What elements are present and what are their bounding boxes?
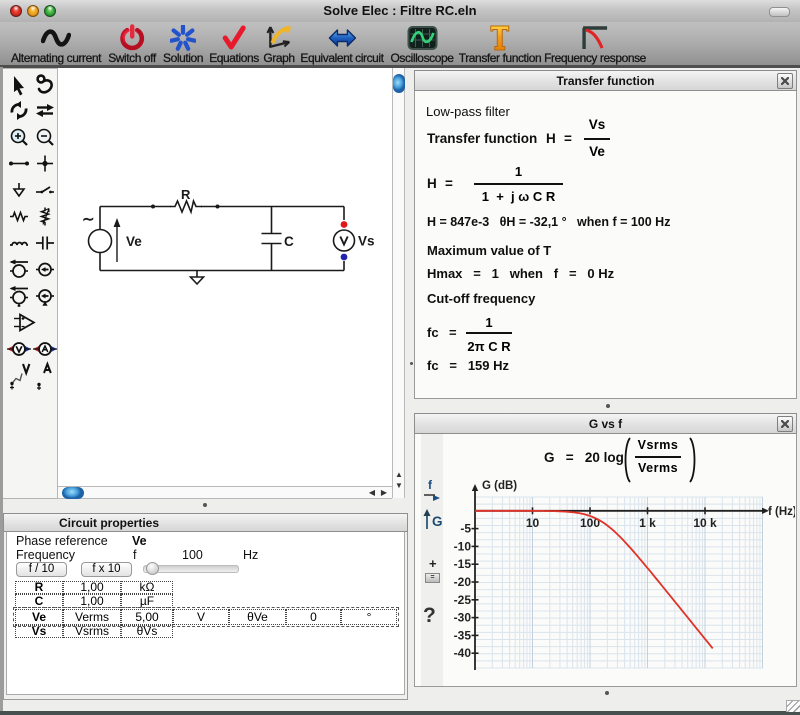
svg-text:-25: -25: [454, 593, 472, 607]
svg-text:R: R: [181, 187, 191, 202]
svg-text:-5: -5: [460, 522, 471, 536]
svg-text:C: C: [284, 234, 294, 249]
svg-text:1 k: 1 k: [639, 516, 656, 530]
svg-text:Vs: Vs: [358, 234, 375, 249]
svg-text:-30: -30: [454, 611, 472, 625]
svg-text:Ve: Ve: [126, 234, 142, 249]
svg-text:∼: ∼: [82, 211, 95, 228]
svg-text:-35: -35: [454, 628, 472, 642]
svg-text:G: G: [432, 514, 443, 529]
svg-text:-10: -10: [454, 539, 472, 553]
svg-text:10 k: 10 k: [693, 516, 717, 530]
svg-text:-15: -15: [454, 557, 472, 571]
svg-text:10: 10: [526, 516, 540, 530]
svg-text:f (Hz): f (Hz): [768, 506, 795, 518]
svg-text:-40: -40: [454, 646, 472, 660]
svg-text:-20: -20: [454, 575, 472, 589]
svg-text:100: 100: [580, 516, 600, 530]
svg-text:G (dB): G (dB): [482, 480, 517, 492]
